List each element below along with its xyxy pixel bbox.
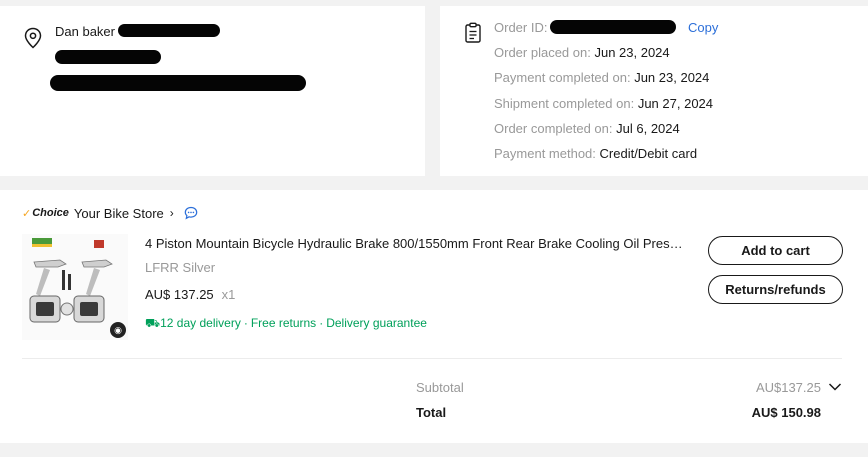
total-label: Total	[416, 405, 447, 420]
payment-completed-row: Payment completed on: Jun 23, 2024	[494, 70, 710, 85]
delivery-info: ⛟12 day delivery · Free returns · Delivery g…	[145, 316, 427, 330]
camera-icon[interactable]: ◉	[110, 322, 126, 338]
subtotal-value: AU$137.25	[755, 380, 821, 395]
product-price-row: AU$ 137.25 x1	[145, 287, 235, 302]
choice-badge: ✓ Choice	[22, 207, 69, 220]
payment-method-value: Credit/Debit card	[599, 146, 698, 161]
free-returns: Free returns	[250, 316, 317, 330]
delivery-guarantee: Delivery guarantee	[326, 316, 427, 330]
order-placed-date: Jun 23, 2024	[594, 45, 670, 60]
order-id-label: Order ID:	[494, 20, 548, 35]
delivery-time: 12 day delivery	[160, 316, 241, 330]
store-header: ✓ Choice Your Bike Store ›	[22, 204, 198, 222]
order-completed-date: Jul 6, 2024	[616, 121, 680, 136]
shipment-completed-row: Shipment completed on: Jun 27, 2024	[494, 96, 714, 111]
recipient-name: Dan baker	[55, 24, 115, 39]
shipment-completed-date: Jun 27, 2024	[637, 96, 714, 111]
product-quantity: x1	[221, 287, 236, 302]
location-pin-icon	[24, 27, 42, 49]
truck-icon: ⛟	[145, 316, 161, 330]
redaction-mark	[550, 20, 676, 34]
payment-completed-date: Jun 23, 2024	[634, 70, 710, 85]
checkmark-icon: ✓	[22, 207, 32, 220]
order-id-row: Order ID:	[494, 20, 547, 35]
copy-order-id-button[interactable]: Copy	[688, 20, 718, 35]
order-item-card: ✓ Choice Your Bike Store › ◉ 4 Piston Mo…	[0, 190, 868, 443]
payment-method-row: Payment method: Credit/Debit card	[494, 146, 698, 161]
order-completed-row: Order completed on: Jul 6, 2024	[494, 121, 680, 136]
redaction-mark	[118, 24, 220, 37]
product-variant: LFRR Silver	[145, 260, 216, 275]
order-info-card: Order ID: Copy Order placed on: Jun 23, …	[440, 6, 868, 176]
divider	[22, 358, 842, 359]
product-thumbnail[interactable]: ◉	[22, 234, 128, 340]
document-icon	[465, 22, 481, 43]
order-placed-row: Order placed on: Jun 23, 2024	[494, 45, 670, 60]
store-name-link[interactable]: Your Bike Store	[74, 206, 164, 221]
add-to-cart-button[interactable]: Add to cart	[708, 236, 843, 265]
subtotal-label: Subtotal	[416, 380, 464, 395]
returns-refunds-button[interactable]: Returns/refunds	[708, 275, 843, 304]
redaction-mark	[50, 75, 306, 91]
redaction-mark	[55, 50, 161, 64]
product-title[interactable]: 4 Piston Mountain Bicycle Hydraulic Brak…	[145, 236, 685, 251]
total-value: AU$ 150.98	[751, 405, 821, 420]
chevron-down-icon[interactable]	[828, 382, 842, 392]
shipping-address-card: Dan baker	[0, 6, 425, 176]
chat-bubble-icon[interactable]	[184, 206, 198, 220]
chevron-right-icon[interactable]: ›	[170, 206, 174, 220]
product-price: AU$ 137.25	[145, 287, 214, 302]
